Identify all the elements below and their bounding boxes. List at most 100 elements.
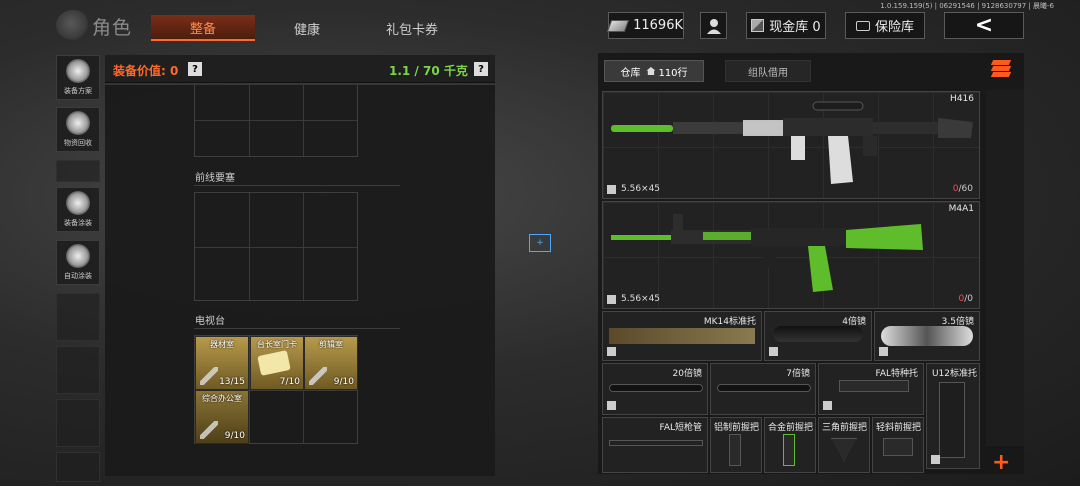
section-divider bbox=[194, 185, 400, 186]
keycard-icon bbox=[257, 350, 291, 376]
item-type-icon bbox=[931, 455, 940, 464]
item-name: 轻斜前握把 bbox=[875, 423, 921, 433]
key-icon bbox=[200, 367, 218, 385]
key-grid-top bbox=[194, 85, 358, 157]
recycle-icon bbox=[66, 111, 90, 135]
back-button[interactable]: < bbox=[944, 12, 1024, 39]
sidebar-item-skin[interactable]: 装备涂装 bbox=[56, 187, 100, 232]
warehouse-item-m4a1[interactable]: M4A1 5.56×45 0/0 bbox=[602, 201, 980, 309]
item-type-icon bbox=[879, 347, 888, 356]
key-durability: 9/10 bbox=[333, 377, 354, 387]
key-durability: 7/10 bbox=[279, 377, 300, 387]
currency-amount: 11696K bbox=[633, 18, 683, 33]
warehouse-rows: 110行 bbox=[658, 67, 688, 79]
helmet-icon bbox=[66, 59, 90, 83]
currency-display[interactable]: 11696K bbox=[606, 12, 684, 39]
section-title: 电视台 bbox=[195, 316, 225, 327]
helmet-paint-icon bbox=[66, 191, 90, 215]
warehouse-item-7x-scope[interactable]: 7倍镜 bbox=[710, 363, 816, 415]
rifle-h416-icon bbox=[611, 101, 973, 184]
sidebar-empty-slot bbox=[56, 452, 100, 482]
item-name: FAL短枪管 bbox=[659, 423, 702, 433]
item-name: 4倍镜 bbox=[842, 317, 866, 327]
item-name: 3.5倍镜 bbox=[941, 317, 974, 327]
house-icon bbox=[646, 67, 656, 75]
warehouse-item-h416[interactable]: H416 5.56×45 0/60 bbox=[602, 91, 980, 199]
item-name: 7倍镜 bbox=[786, 369, 810, 379]
key-item[interactable]: 台长室门卡 7/10 bbox=[250, 336, 304, 390]
warehouse-item-triangle-grip[interactable]: 三角前握把 bbox=[818, 417, 870, 473]
tab-health[interactable]: 健康 bbox=[272, 15, 342, 41]
sidebar-item-label: 自动涂装 bbox=[64, 272, 92, 280]
key-item[interactable]: 器材室 13/15 bbox=[195, 336, 249, 390]
item-name: M4A1 bbox=[948, 204, 974, 214]
equipment-value: 装备价值: 0 bbox=[113, 64, 179, 78]
key-name: 器材室 bbox=[210, 340, 234, 349]
safe-icon bbox=[855, 20, 870, 31]
safe-box-button[interactable]: 保险库 bbox=[845, 12, 925, 39]
weight-help-button[interactable]: ? bbox=[474, 62, 488, 76]
item-type-icon bbox=[823, 401, 832, 410]
warehouse-item-angled-grip[interactable]: 轻斜前握把 bbox=[872, 417, 924, 473]
warehouse-item-20x-scope[interactable]: 20倍镜 bbox=[602, 363, 708, 415]
item-caliber: 5.56×45 bbox=[621, 294, 661, 304]
operator-icon bbox=[706, 18, 721, 34]
section-divider bbox=[194, 328, 400, 329]
warehouse-item-alloy-grip[interactable]: 合金前握把 bbox=[764, 417, 816, 473]
warehouse-side-column bbox=[986, 90, 1024, 446]
item-type-icon bbox=[607, 347, 616, 356]
tab-gift-cards[interactable]: 礼包卡券 bbox=[370, 15, 454, 41]
rifle-m4a1-icon bbox=[611, 214, 923, 292]
key-bag-panel: 前线要塞 电视台 器材室 13/15 台长室门卡 7/10 剪辑室 9/10 综… bbox=[105, 85, 495, 476]
sidebar-item-loadout-plan[interactable]: 装备方案 bbox=[56, 55, 100, 100]
warehouse-item-4x-scope[interactable]: 4倍镜 bbox=[764, 311, 872, 361]
value-help-button[interactable]: ? bbox=[188, 62, 202, 76]
tab-team-borrow[interactable]: 组队借用 bbox=[725, 60, 811, 82]
key-icon bbox=[309, 367, 327, 385]
warehouse-item-3-5x-scope[interactable]: 3.5倍镜 bbox=[874, 311, 980, 361]
warehouse-item-u12-stock[interactable]: U12标准托 bbox=[926, 363, 980, 469]
key-durability: 13/15 bbox=[219, 377, 245, 387]
cash-vault-label: 现金库 0 bbox=[769, 20, 821, 35]
sidebar-item-auto-skin[interactable]: 自动涂装 bbox=[56, 240, 100, 285]
key-item[interactable]: 剪辑室 9/10 bbox=[304, 336, 358, 390]
item-name: H416 bbox=[950, 94, 974, 104]
add-page-button[interactable]: + bbox=[992, 450, 1010, 475]
weight-indicator: 1.1 / 70 千克 bbox=[389, 64, 468, 78]
key-icon bbox=[200, 421, 218, 439]
sidebar-item-label: 装备涂装 bbox=[64, 219, 92, 227]
banknote-icon bbox=[606, 19, 630, 32]
item-name: 铝制前握把 bbox=[713, 423, 759, 433]
cash-vault-button[interactable]: 现金库 0 bbox=[746, 12, 826, 39]
operator-avatar-button[interactable] bbox=[700, 12, 727, 39]
safe-label: 保险库 bbox=[874, 20, 914, 35]
item-ammo-count: 0/60 bbox=[952, 184, 973, 194]
tab-equip[interactable]: 整备 bbox=[151, 15, 255, 41]
key-durability: 9/10 bbox=[224, 431, 245, 441]
warehouse-item-mk14-stock[interactable]: MK14标准托 bbox=[602, 311, 762, 361]
sidebar-empty-slot bbox=[56, 346, 100, 394]
sidebar-empty-slot bbox=[56, 399, 100, 447]
item-name: U12标准托 bbox=[931, 369, 977, 379]
paint-brush-icon bbox=[66, 244, 90, 268]
item-ammo-count: 0/0 bbox=[958, 294, 974, 304]
key-name: 台长室门卡 bbox=[257, 340, 297, 349]
sort-stack-icon[interactable] bbox=[990, 60, 1014, 78]
back-arrow-icon: < bbox=[974, 13, 994, 38]
item-name: FAL特种托 bbox=[875, 369, 918, 379]
item-caliber: 5.56×45 bbox=[621, 184, 661, 194]
sidebar-item-recycle[interactable]: 物资回收 bbox=[56, 107, 100, 152]
section-title: 前线要塞 bbox=[195, 173, 235, 184]
cash-vault-icon bbox=[751, 19, 765, 32]
tab-warehouse[interactable]: 仓库 110行 bbox=[604, 60, 704, 82]
warehouse-item-aluminum-grip[interactable]: 铝制前握把 bbox=[710, 417, 762, 473]
item-name: 合金前握把 bbox=[767, 423, 813, 433]
sidebar-item-label: 装备方案 bbox=[64, 87, 92, 95]
page-title: 角色 bbox=[92, 17, 133, 39]
focus-crosshair-icon: + bbox=[529, 234, 551, 252]
item-type-icon bbox=[769, 347, 778, 356]
warehouse-item-fal-short-barrel[interactable]: FAL短枪管 bbox=[602, 417, 708, 473]
version-text: 1.0.159.159(5) | 06291546 | 9128630797 |… bbox=[880, 2, 1054, 10]
key-item[interactable]: 综合办公室 9/10 bbox=[195, 390, 249, 444]
warehouse-item-fal-special-stock[interactable]: FAL特种托 bbox=[818, 363, 924, 415]
